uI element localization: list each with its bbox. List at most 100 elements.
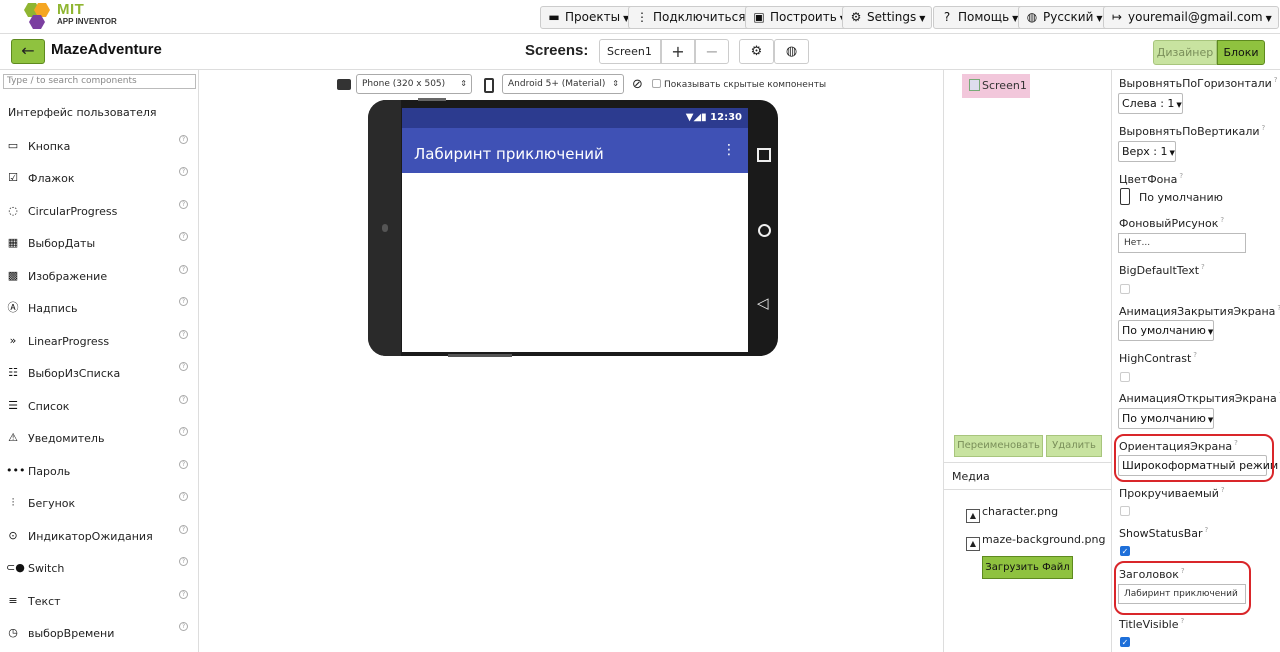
help-icon[interactable]: ? — [179, 460, 188, 469]
help-icon[interactable]: ? — [179, 297, 188, 306]
menu-build[interactable]: ▣Построить▼ — [745, 6, 853, 29]
prop-title-visible-checkbox[interactable]: ✓ — [1120, 637, 1130, 647]
gears-icon: ⚙ — [750, 44, 763, 59]
rename-button[interactable]: Переименовать — [954, 435, 1043, 457]
project-title: MazeAdventure — [51, 41, 162, 58]
help-icon[interactable]: ? — [179, 622, 188, 631]
menu-help-label: Помощь — [958, 10, 1010, 24]
palette-item-circular-progress[interactable]: ◌ CircularProgress? — [0, 195, 199, 227]
palette-item-spinner[interactable]: ⊙ ИндикаторОжидания? — [0, 520, 199, 552]
palette-item-label[interactable]: Ⓐ Надпись? — [0, 292, 199, 324]
palette-category[interactable]: Интерфейс пользователя — [8, 106, 157, 119]
prop-high-contrast-label: HighContrast? — [1119, 351, 1197, 365]
help-icon[interactable]: ? — [1262, 124, 1266, 132]
menu-projects[interactable]: ▬ Проекты ▼ — [540, 6, 637, 29]
prop-align-v-select[interactable]: Верх : 1 ▼ — [1118, 141, 1176, 162]
palette-item-label: Изображение — [28, 270, 108, 283]
help-icon[interactable]: ? — [179, 525, 188, 534]
prop-bgimage-input[interactable]: Нет... — [1118, 233, 1246, 253]
prop-open-anim-select[interactable]: По умолчанию ▼ — [1118, 408, 1215, 429]
palette-item-switch[interactable]: ⊂● Switch? — [0, 552, 199, 584]
menu-help[interactable]: ? Помощь ▼ — [933, 6, 1026, 29]
help-icon[interactable]: ? — [179, 167, 188, 176]
palette-item-listpicker[interactable]: ☷ ВыборИзСписка? — [0, 357, 199, 389]
button-icon: ▭ — [7, 139, 19, 152]
prop-bgcolor-value[interactable]: По умолчанию — [1139, 191, 1223, 204]
status-bar: ▼◢▮ 12:30 — [402, 108, 748, 128]
add-screen-button[interactable]: + — [661, 39, 695, 64]
palette-item-slider[interactable]: ⫶ Бегунок? — [0, 487, 199, 519]
media-item[interactable]: ▲ maze-background.png — [966, 533, 1105, 551]
tree-item-screen1[interactable]: Screen1 — [962, 74, 1030, 98]
palette-item-button[interactable]: ▭ Кнопка? — [0, 130, 199, 162]
help-icon[interactable]: ? — [1205, 526, 1209, 534]
help-icon[interactable]: ? — [179, 590, 188, 599]
back-button[interactable]: ← — [11, 39, 45, 64]
help-icon[interactable]: ? — [179, 492, 188, 501]
help-icon[interactable]: ? — [179, 265, 188, 274]
menu-connect-label: Подключиться — [653, 10, 746, 24]
show-hidden-checkbox[interactable] — [652, 79, 661, 88]
prop-high-contrast-checkbox[interactable] — [1120, 372, 1130, 382]
palette-item-listview[interactable]: ☰ Список? — [0, 390, 199, 422]
menu-settings[interactable]: ⚙ Settings ▼ — [842, 6, 933, 29]
help-icon[interactable]: ? — [1201, 263, 1205, 271]
help-icon[interactable]: ? — [179, 330, 188, 339]
blocks-button[interactable]: Блоки — [1217, 40, 1265, 65]
prop-align-v-label: ВыровнятьПоВертикали? — [1119, 124, 1265, 138]
palette-item-checkbox[interactable]: ☑ Флажок? — [0, 162, 199, 194]
menu-build-label: Построить — [770, 10, 837, 24]
help-icon[interactable]: ? — [179, 427, 188, 436]
top-bar: MIT APP INVENTOR ▬ Проекты ▼ ⋮ Подключиться… — [0, 0, 1280, 34]
help-icon[interactable]: ? — [179, 200, 188, 209]
prop-scrollable-checkbox[interactable] — [1120, 506, 1130, 516]
menu-language[interactable]: ◍ Русский ▼ — [1018, 6, 1110, 29]
app-inventor-logo[interactable]: MIT APP INVENTOR — [20, 1, 130, 31]
help-icon[interactable]: ? — [179, 557, 188, 566]
upload-file-button[interactable]: Загрузить Файл — [982, 556, 1073, 579]
menu-connect[interactable]: ⋮Подключиться▼ — [628, 6, 762, 29]
build-icon: ▣ — [753, 10, 765, 24]
color-swatch[interactable] — [1120, 188, 1130, 205]
search-input[interactable]: Type / to search components — [3, 74, 196, 89]
menu-account[interactable]: ↦ youremail@gmail.com ▼ — [1103, 6, 1279, 29]
prop-statusbar-checkbox[interactable]: ✓ — [1120, 546, 1130, 556]
palette-item-datepicker[interactable]: ▦ ВыборДаты? — [0, 227, 199, 259]
help-icon[interactable]: ? — [1274, 76, 1278, 84]
palette-item-textbox[interactable]: ≡ Текст? — [0, 585, 199, 617]
prop-bigtext-checkbox[interactable] — [1120, 284, 1130, 294]
prop-close-anim-select[interactable]: По умолчанию ▼ — [1118, 320, 1215, 341]
device-size-select[interactable]: Phone (320 x 505) ⇕ — [356, 74, 472, 94]
slider-icon: ⫶ — [11, 496, 15, 509]
theme-select[interactable]: Android 5+ (Material) ⇕ — [502, 74, 624, 94]
prop-label-text: Прокручиваемый — [1119, 487, 1219, 500]
help-icon[interactable]: ? — [1221, 486, 1225, 494]
publish-button[interactable]: ◍ — [774, 39, 809, 64]
prop-scrollable-label: Прокручиваемый? — [1119, 486, 1225, 500]
help-icon[interactable]: ? — [179, 135, 188, 144]
screen-select[interactable]: Screen1 ▼ — [599, 39, 661, 80]
palette-item-linear-progress[interactable]: » LinearProgress? — [0, 325, 199, 357]
help-icon[interactable]: ? — [179, 362, 188, 371]
globe-icon: ◍ — [1026, 10, 1038, 24]
help-icon[interactable]: ? — [1193, 351, 1197, 359]
help-icon[interactable]: ? — [1220, 216, 1224, 224]
back-nav-icon: ◁ — [757, 294, 769, 312]
help-icon[interactable]: ? — [179, 232, 188, 241]
project-properties-button[interactable]: ⚙ — [739, 39, 774, 64]
help-icon[interactable]: ? — [1179, 172, 1183, 180]
spinner-icon: ⊙ — [8, 529, 18, 542]
media-item[interactable]: ▲ character.png — [966, 505, 1058, 523]
show-hidden-toggle[interactable]: Показывать скрытые компоненты — [652, 79, 826, 90]
palette-item-notifier[interactable]: ⚠ Уведомитель? — [0, 422, 199, 454]
designer-button[interactable]: Дизайнер — [1153, 40, 1217, 65]
prop-align-h-select[interactable]: Слева : 1 ▼ — [1118, 93, 1183, 114]
palette-item-image[interactable]: ▩ Изображение? — [0, 260, 199, 292]
textbox-icon: ≡ — [8, 594, 18, 607]
help-icon[interactable]: ? — [179, 395, 188, 404]
remove-screen-button[interactable]: − — [695, 39, 729, 64]
help-icon[interactable]: ? — [1181, 617, 1185, 625]
palette-item-timepicker[interactable]: ◷ выборВремени? — [0, 617, 199, 649]
palette-item-password[interactable]: ••• Пароль? — [0, 455, 199, 487]
delete-button[interactable]: Удалить — [1046, 435, 1102, 457]
